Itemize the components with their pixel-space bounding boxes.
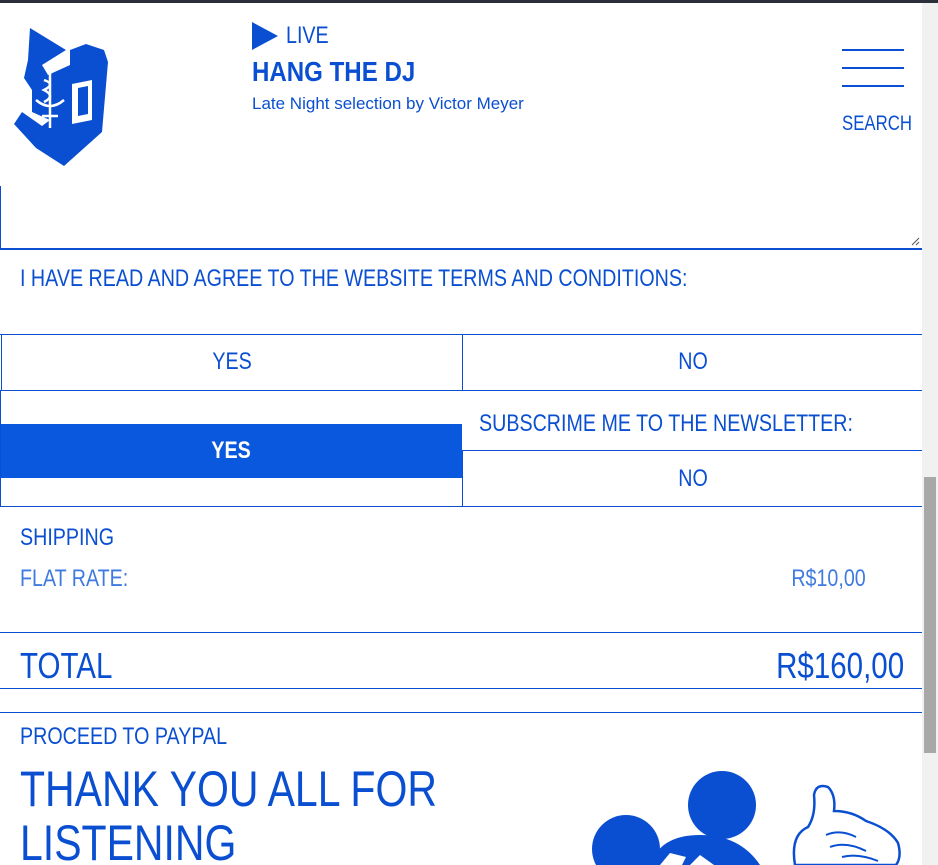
terms-question: I HAVE READ AND AGREE TO THE WEBSITE TER…	[20, 265, 688, 292]
proceed-to-paypal-link[interactable]: PROCEED TO PAYPAL	[20, 723, 227, 751]
page-scrollbar[interactable]	[922, 3, 938, 865]
footer-divider	[0, 712, 922, 713]
terms-no-button[interactable]: NO	[463, 334, 922, 390]
total-divider	[0, 688, 922, 689]
terms-no-label: NO	[677, 348, 708, 375]
terms-yes-label: YES	[212, 348, 252, 375]
newsletter-left-border	[0, 390, 1, 506]
live-label: LIVE	[286, 22, 329, 49]
total-label: TOTAL	[20, 645, 113, 686]
terms-divider-bottom	[0, 390, 922, 391]
newsletter-divider-bottom	[0, 506, 922, 507]
thank-you-heading: THANK YOU ALL FOR LISTENING	[20, 761, 437, 865]
total-value: R$160,00	[775, 645, 904, 686]
newsletter-no-button[interactable]: NO	[463, 451, 922, 506]
scrollbar-thumb[interactable]	[924, 477, 936, 753]
window-top-strip	[0, 0, 938, 3]
shipping-title: SHIPPING	[20, 524, 115, 551]
show-subtitle: Late Night selection by Victor Meyer	[252, 94, 524, 113]
terms-yes-button[interactable]: YES	[1, 334, 462, 390]
hamburger-menu-icon[interactable]	[842, 48, 904, 88]
pharmacy-logo-icon[interactable]	[12, 20, 116, 170]
newsletter-yes-label: YES	[211, 437, 252, 464]
newsletter-yes-button[interactable]: YES	[1, 424, 462, 478]
show-title[interactable]: HANG THE DJ	[252, 56, 415, 88]
play-icon[interactable]	[252, 22, 278, 50]
shipping-divider	[0, 632, 922, 633]
newsletter-question: SUBSCRIME ME TO THE NEWSLETTER:	[479, 410, 853, 437]
live-indicator[interactable]: LIVE	[252, 22, 338, 50]
message-textarea[interactable]	[0, 186, 922, 250]
resize-grip-icon[interactable]	[910, 236, 920, 246]
cartoon-hand-icon	[590, 765, 910, 865]
search-button[interactable]: SEARCH	[842, 112, 912, 136]
flat-rate-value: R$10,00	[791, 565, 866, 592]
newsletter-no-label: NO	[677, 464, 708, 492]
flat-rate-label: FLAT RATE:	[20, 565, 129, 592]
